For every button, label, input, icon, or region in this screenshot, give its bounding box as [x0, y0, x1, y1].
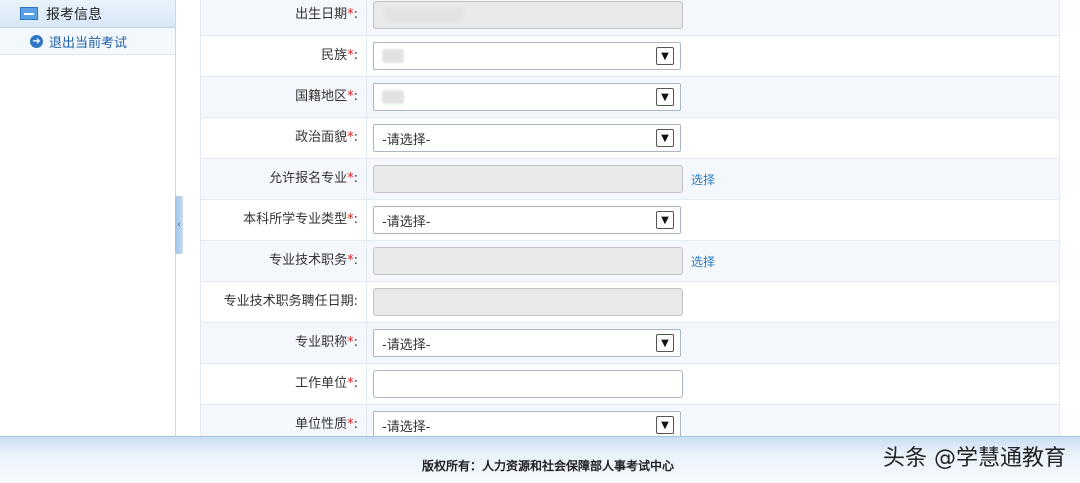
window-icon [20, 7, 38, 20]
allowed-major-field [373, 165, 683, 193]
select-position-link[interactable]: 选择 [691, 253, 715, 270]
sidebar-header-label: 报考信息 [46, 6, 102, 23]
watermark: 头条 @学慧通教育 [883, 446, 1066, 471]
political-status-select[interactable]: -请选择- ▼ [373, 124, 681, 152]
form-row-political-status: 政治面貌*: -请选择- ▼ [200, 118, 1060, 159]
undergrad-major-type-select[interactable]: -请选择- ▼ [373, 206, 681, 234]
form-row-professional-title: 专业职称*: -请选择- ▼ [200, 323, 1060, 364]
form-row-nationality: 国籍地区*: ▼ [200, 77, 1060, 118]
chevron-down-icon[interactable]: ▼ [656, 129, 674, 147]
form-row-birthdate: 出生日期*: [200, 0, 1060, 36]
employer-input[interactable] [373, 370, 683, 398]
employer-type-select[interactable]: -请选择- ▼ [373, 411, 681, 439]
registration-form: 出生日期*: 民族*: ▼ 国籍地区*: ▼ 政治面貌*: -请选择- ▼ 允许报… [200, 0, 1060, 446]
field-label: 出生日期*: [201, 0, 367, 35]
field-label: 专业技术职务聘任日期: [201, 282, 367, 322]
sidebar: 报考信息 ➜ 退出当前考试 [0, 0, 176, 436]
field-label: 国籍地区*: [201, 77, 367, 117]
form-row-appointment-date: 专业技术职务聘任日期: [200, 282, 1060, 323]
sidebar-item-label: 退出当前考试 [49, 35, 128, 51]
form-row-undergrad-major-type: 本科所学专业类型*: -请选择- ▼ [200, 200, 1060, 241]
chevron-down-icon[interactable]: ▼ [656, 47, 674, 65]
select-major-link[interactable]: 选择 [691, 171, 715, 188]
sidebar-item-exit-exam[interactable]: ➜ 退出当前考试 [0, 28, 175, 55]
field-label: 工作单位*: [201, 364, 367, 404]
sidebar-header: 报考信息 [0, 0, 175, 28]
field-label: 政治面貌*: [201, 118, 367, 158]
chevron-down-icon[interactable]: ▼ [656, 334, 674, 352]
chevron-down-icon[interactable]: ▼ [656, 416, 674, 434]
professional-title-select[interactable]: -请选择- ▼ [373, 329, 681, 357]
chevron-down-icon[interactable]: ▼ [656, 88, 674, 106]
birthdate-field [373, 1, 683, 29]
field-label: 允许报名专业*: [201, 159, 367, 199]
ethnicity-select[interactable]: ▼ [373, 42, 681, 70]
field-label: 专业技术职务*: [201, 241, 367, 281]
form-row-employer: 工作单位*: [200, 364, 1060, 405]
chevron-down-icon[interactable]: ▼ [656, 211, 674, 229]
field-label: 专业职称*: [201, 323, 367, 363]
form-row-allowed-major: 允许报名专业*: 选择 [200, 159, 1060, 200]
collapse-handle-icon[interactable]: ‹ [175, 196, 183, 254]
form-row-ethnicity: 民族*: ▼ [200, 36, 1060, 77]
field-label: 本科所学专业类型*: [201, 200, 367, 240]
arrow-circle-icon: ➜ [30, 34, 43, 48]
form-row-technical-position: 专业技术职务*: 选择 [200, 241, 1060, 282]
technical-position-field [373, 247, 683, 275]
appointment-date-field [373, 288, 683, 316]
field-label: 民族*: [201, 36, 367, 76]
nationality-select[interactable]: ▼ [373, 83, 681, 111]
